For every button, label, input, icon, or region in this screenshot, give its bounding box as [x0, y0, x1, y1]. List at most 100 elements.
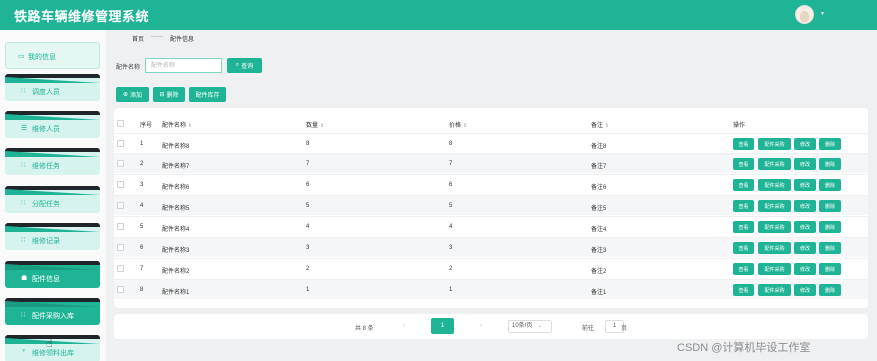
row-checkbox[interactable]	[117, 244, 124, 251]
watermark-text: CSDN @计算机毕设工作室	[677, 342, 811, 354]
row-checkbox[interactable]	[117, 265, 124, 272]
delete-row-button[interactable]: 删除	[819, 158, 841, 170]
row-checkbox[interactable]	[117, 160, 124, 167]
search-icon: ⌕	[235, 62, 240, 68]
edit-button[interactable]: 修改	[794, 242, 816, 254]
header-qty[interactable]: 数量 ⇕	[306, 120, 324, 129]
edit-button[interactable]: 修改	[794, 284, 816, 296]
prev-page-icon[interactable]: ‹	[403, 323, 405, 329]
edit-button[interactable]: 修改	[794, 138, 816, 150]
edit-button[interactable]: 修改	[794, 179, 816, 191]
page-size-select[interactable]: 10条/页 ⌄	[508, 320, 552, 333]
delete-row-button[interactable]: 删除	[819, 200, 841, 212]
delete-row-button[interactable]: 删除	[819, 263, 841, 275]
sidebar-item-parts-info[interactable]: ☗ 配件信息	[5, 261, 100, 288]
user-avatar[interactable]	[795, 5, 814, 24]
cell-qty: 1	[306, 287, 310, 293]
view-button[interactable]: 查看	[733, 242, 754, 254]
cell-price: 8	[449, 141, 453, 147]
cell-price: 3	[449, 245, 453, 251]
view-button[interactable]: 查看	[733, 138, 754, 150]
cell-price: 5	[449, 203, 453, 209]
cell-price: 2	[449, 266, 453, 272]
view-button[interactable]: 查看	[733, 284, 754, 296]
sort-icon[interactable]: ⇕	[463, 123, 467, 129]
parts-stock-button[interactable]: 配件库存	[189, 87, 226, 102]
view-button[interactable]: 查看	[733, 179, 754, 191]
sidebar-item-my-info[interactable]: ▭ 我的信息	[5, 42, 100, 69]
purchase-button[interactable]: 配件采购	[758, 158, 791, 170]
add-button[interactable]: ⊕ 添加	[116, 87, 149, 102]
cell-name: 配件名称5	[162, 206, 190, 212]
delete-row-button[interactable]: 删除	[819, 284, 841, 296]
edit-button[interactable]: 修改	[794, 200, 816, 212]
purchase-button[interactable]: 配件采购	[758, 138, 791, 150]
next-page-icon[interactable]: ›	[480, 323, 482, 329]
sort-icon[interactable]: ⇕	[320, 123, 324, 129]
page-size-value: 10条/页	[512, 323, 533, 329]
cell-price: 1	[449, 287, 453, 293]
table-row: 8 配件名称1 1 1 备注1 查看 配件采购 修改 删除	[114, 279, 868, 299]
plus-circle-icon: ⊕	[122, 92, 128, 98]
cell-note: 备注2	[591, 269, 607, 275]
sidebar-item-dispatchers[interactable]: ∷ 调度人员	[5, 74, 100, 101]
header-note[interactable]: 备注 ⇕	[591, 120, 609, 129]
cell-index: 6	[140, 245, 144, 251]
table-row: 2 配件名称7 7 7 备注7 查看 配件采购 修改 删除	[114, 153, 868, 173]
row-checkbox[interactable]	[117, 286, 124, 293]
cell-index: 1	[140, 141, 144, 147]
delete-row-button[interactable]: 删除	[819, 179, 841, 191]
search-input[interactable]	[145, 58, 222, 73]
cell-name: 配件名称1	[162, 290, 190, 296]
sort-icon[interactable]: ⇕	[188, 123, 192, 129]
view-button[interactable]: 查看	[733, 263, 754, 275]
grid-icon: ∷	[21, 200, 26, 207]
edit-button[interactable]: 修改	[794, 158, 816, 170]
sidebar-item-repair-tasks[interactable]: ∷ 维修任务	[5, 148, 100, 175]
page-number-current[interactable]: 1	[431, 318, 454, 334]
sidebar-item-repair-records[interactable]: ∷ 维修记录	[5, 223, 100, 250]
breadcrumb-home[interactable]: 首页	[132, 34, 144, 43]
purchase-button[interactable]: 配件采购	[758, 179, 791, 191]
purchase-button[interactable]: 配件采购	[758, 200, 791, 212]
chevron-down-icon[interactable]: ▾	[821, 10, 824, 17]
sidebar-item-assign-tasks[interactable]: ∷ 分配任务	[5, 186, 100, 213]
purchase-button[interactable]: 配件采购	[758, 263, 791, 275]
sort-icon[interactable]: ⇕	[605, 123, 609, 129]
header-index: 序号	[140, 123, 153, 129]
delete-row-button[interactable]: 删除	[819, 242, 841, 254]
cell-qty: 6	[306, 182, 310, 188]
row-checkbox[interactable]	[117, 140, 124, 147]
sidebar-item-label: 维修记录	[32, 238, 60, 245]
search-button[interactable]: ⌕ 查询	[227, 58, 262, 73]
row-checkbox[interactable]	[117, 223, 124, 230]
row-checkbox[interactable]	[117, 181, 124, 188]
purchase-button[interactable]: 配件采购	[758, 284, 791, 296]
cell-note: 备注6	[591, 185, 607, 191]
delete-row-button[interactable]: 删除	[819, 138, 841, 150]
cell-price: 4	[449, 224, 453, 230]
cell-qty: 5	[306, 203, 310, 209]
add-button-label: 添加	[130, 93, 143, 99]
app-title: 铁路车辆维修管理系统	[14, 8, 150, 24]
view-button[interactable]: 查看	[733, 221, 754, 233]
edit-button[interactable]: 修改	[794, 221, 816, 233]
sidebar-item-repair-staff[interactable]: ☰ 维修人员	[5, 111, 100, 138]
delete-row-button[interactable]: 删除	[819, 221, 841, 233]
cell-index: 5	[140, 224, 144, 230]
select-all-checkbox[interactable]	[117, 120, 124, 127]
purchase-button[interactable]: 配件采购	[758, 221, 791, 233]
search-label: 配件名称	[116, 65, 141, 71]
edit-button[interactable]: 修改	[794, 263, 816, 275]
view-button[interactable]: 查看	[733, 200, 754, 212]
sidebar-item-parts-purchase[interactable]: ∷ 配件采购入库	[5, 298, 100, 325]
purchase-button[interactable]: 配件采购	[758, 242, 791, 254]
cell-index: 3	[140, 182, 144, 188]
view-button[interactable]: 查看	[733, 158, 754, 170]
delete-button[interactable]: ⊟ 删除	[153, 87, 185, 102]
row-checkbox[interactable]	[117, 202, 124, 209]
header-name[interactable]: 配件名称 ⇕	[162, 120, 192, 129]
cell-note: 备注7	[591, 164, 607, 170]
parts-table: 序号 配件名称 ⇕ 数量 ⇕ 价格 ⇕ 备注 ⇕ 操作 1 配件名称8 8 8 …	[114, 108, 868, 308]
header-price[interactable]: 价格 ⇕	[449, 120, 467, 129]
